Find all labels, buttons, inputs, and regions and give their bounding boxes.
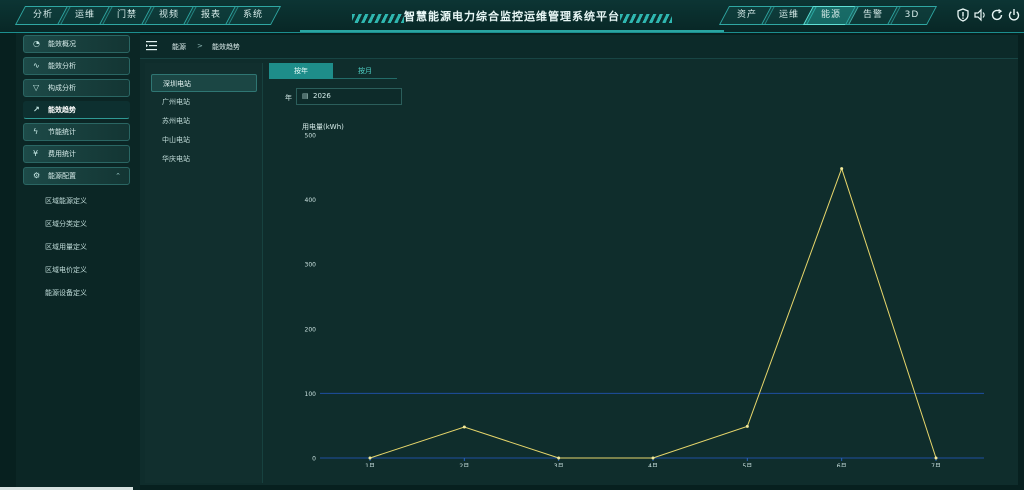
tab-by-year[interactable]: 按年 [269,63,333,79]
station-item[interactable]: 深圳电站 [151,74,257,92]
station-list: 深圳电站 广州电站 苏州电站 中山电站 华庆电站 [145,63,263,483]
breadcrumb-current: 能效趋势 [212,43,240,51]
data-point [840,167,844,171]
year-picker-input[interactable]: ▤ 2026 [296,88,402,105]
y-tick-label: 100 [305,391,317,398]
x-tick-label: 2月 [459,463,469,467]
sub-item-area-energy[interactable]: 区域能源定义 [45,196,87,206]
sidebar-item-saving-stats[interactable]: ϟ 节能统计 [23,123,130,141]
trend-icon: ↗ [33,105,40,114]
y-tick-label: 0 [312,456,316,463]
breadcrumb-separator: > [197,42,203,50]
power-icon[interactable] [1007,8,1021,22]
x-tick-label: 3月 [554,463,564,467]
breadcrumb-root[interactable]: 能源 [172,42,186,52]
y-tick-label: 300 [305,262,317,269]
pulse-icon: ∿ [33,61,40,70]
x-tick-label: 6月 [837,463,847,467]
sidebar-item-composition-analysis[interactable]: ▽ 构成分析 [23,79,130,97]
sidebar-item-cost-stats[interactable]: ¥ 费用统计 [23,145,130,163]
x-tick-label: 1月 [365,463,375,467]
sub-item-energy-device[interactable]: 能源设备定义 [45,288,87,298]
x-tick-label: 5月 [742,463,752,467]
bolt-icon: ϟ [33,127,39,136]
series-line [369,167,937,459]
filter-icon: ▽ [33,83,40,92]
sidebar-item-label: 能效概况 [48,40,76,48]
x-tick-label: 7月 [931,463,941,467]
station-item[interactable]: 苏州电站 [151,112,257,130]
sidebar-item-label: 能源配置 [48,172,76,180]
sidebar-item-energy-config[interactable]: ⚙ 能源配置 ⌃ [23,167,130,185]
nav-tab-3d[interactable]: 3D [886,6,938,25]
sidebar-item-label: 能效分析 [48,62,76,70]
gauge-icon: ◔ [33,39,40,48]
nav-tab-label: 3D [904,10,920,20]
tab-by-month[interactable]: 按月 [333,63,397,79]
sidebar: ◔ 能效概况 ∿ 能效分析 ▽ 构成分析 ↗ 能效趋势 ϟ 节能统计 ¥ 费用统计 ⚙ 能源配… [16,33,140,490]
year-picker-value: 2026 [313,92,331,100]
nav-tab-label: 系统 [242,10,263,20]
refresh-icon[interactable] [990,8,1004,22]
y-tick-label: 200 [305,326,317,333]
volume-icon[interactable] [973,8,987,22]
config-icon: ⚙ [33,171,41,180]
sidebar-item-energy-trend[interactable]: ↗ 能效趋势 [23,101,130,119]
sidebar-item-energy-analysis[interactable]: ∿ 能效分析 [23,57,130,75]
y-tick-label: 500 [305,133,317,140]
top-header: 分析 运维 门禁 视频 报表 系统 智慧能源电力综合监控运维管理系统平台 资产 … [0,0,1024,33]
sub-item-area-usage[interactable]: 区域用量定义 [45,242,87,252]
station-item[interactable]: 广州电站 [151,93,257,111]
calendar-icon: ▤ [302,92,309,100]
yen-icon: ¥ [33,149,39,158]
sub-item-area-price[interactable]: 区域电价定义 [45,265,87,275]
menu-toggle-icon[interactable] [146,40,157,51]
data-point [557,456,561,460]
main-content: 能源 > 能效趋势 深圳电站 广州电站 苏州电站 中山电站 华庆电站 按年 按月… [140,35,1018,485]
breadcrumb: 能源 > 能效趋势 [140,35,1018,59]
y-tick-label: 400 [305,197,317,204]
energy-trend-chart: 用电量(kWh) 0 100 200 300 400 500 1月 2月 3月 4月 5月 6月 7月 [302,122,984,467]
sidebar-item-label: 节能统计 [48,128,76,136]
data-point [745,424,749,428]
nav-tab-system[interactable]: 系统 [224,6,282,25]
chart-ylabel: 用电量(kWh) [302,122,344,131]
sidebar-item-label: 能效趋势 [48,106,76,114]
chevron-up-icon: ⌃ [115,172,121,180]
station-item[interactable]: 华庆电站 [151,150,257,168]
data-point [651,456,655,460]
title-frame: 智慧能源电力综合监控运维管理系统平台 [300,0,724,32]
sidebar-item-label: 构成分析 [48,84,76,92]
page-title: 智慧能源电力综合监控运维管理系统平台 [404,10,620,23]
sub-item-area-category[interactable]: 区域分类定义 [45,219,87,229]
data-point [462,425,466,429]
data-point [934,456,938,460]
alert-icon[interactable] [956,8,970,22]
sidebar-item-energy-overview[interactable]: ◔ 能效概况 [23,35,130,53]
station-item[interactable]: 中山电站 [151,131,257,149]
sidebar-item-label: 费用统计 [48,150,76,158]
x-tick-label: 4月 [648,463,658,467]
date-filter-label: 年 [285,94,292,102]
data-point [368,456,372,460]
